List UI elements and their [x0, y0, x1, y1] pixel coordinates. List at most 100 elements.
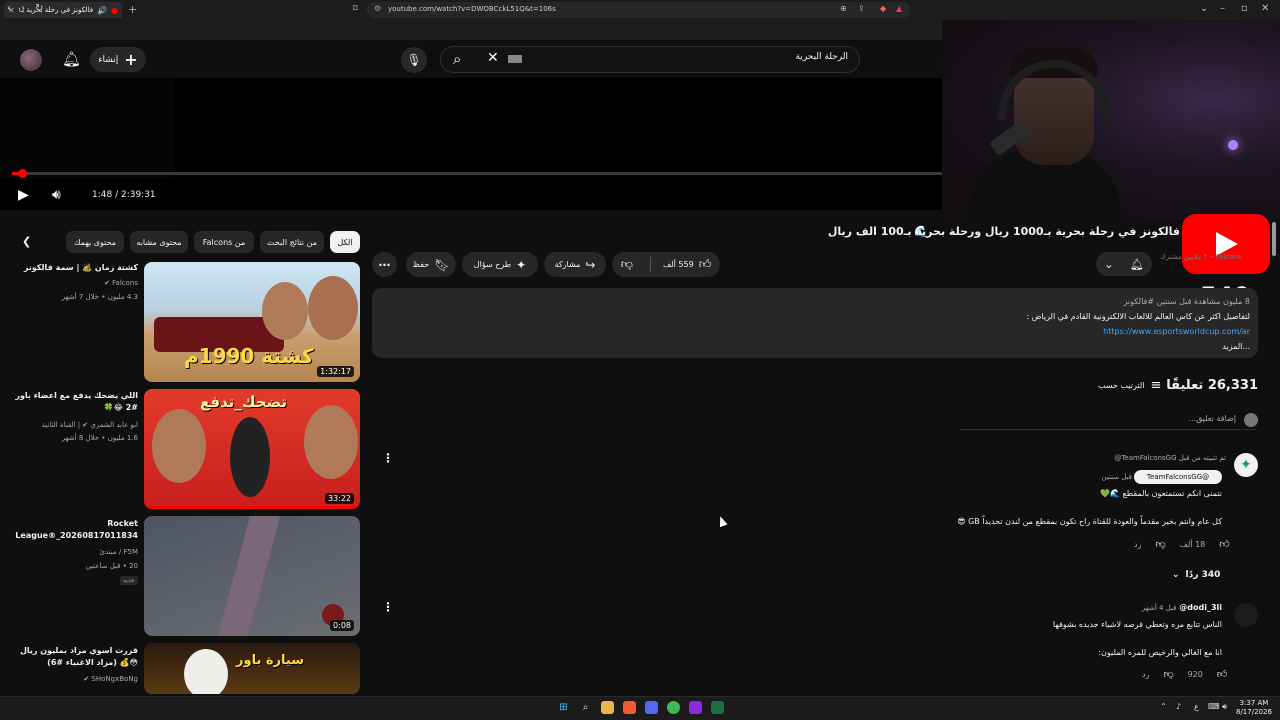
play-icon[interactable]: ▶: [18, 187, 29, 203]
share-page-icon[interactable]: ⇪: [858, 4, 865, 13]
brave-rewards-icon[interactable]: ▲: [896, 4, 902, 13]
progress-scrubber[interactable]: [18, 169, 27, 178]
rgb-light: [1228, 140, 1238, 150]
description-more[interactable]: ...المزيد: [380, 339, 1250, 354]
discord-icon[interactable]: [645, 701, 658, 714]
description-box[interactable]: 8 مليون مشاهدة قبل سنتين #فالكونز لتفاصي…: [372, 288, 1258, 358]
related-channel[interactable]: Falcons ✔: [10, 277, 138, 289]
related-title[interactable]: قررت اسوي مزاد بمليون ريال 😳💰 (مزاد الاغ…: [10, 645, 138, 669]
chip-related[interactable]: محتوى مشابه: [130, 231, 188, 253]
related-channel[interactable]: SHoNgxBoNg ✔: [10, 673, 138, 685]
start-icon[interactable]: ⊞: [557, 701, 570, 714]
related-title[interactable]: اللي يضحك يدفع مع اعضاء باور #2 😂🍀: [10, 390, 138, 414]
bookmark-page-icon[interactable]: ⌑: [353, 4, 358, 14]
address-bar[interactable]: youtube.com/watch?v=DWOBCckL51Q&t=106s: [366, 2, 911, 18]
like-button[interactable]: 👍︎ 559 ألف 👎︎: [612, 252, 720, 277]
chip-from-falcons[interactable]: من Falcons: [194, 231, 254, 253]
comment-more-icon[interactable]: ⋮: [382, 600, 394, 614]
comment-time[interactable]: قبل 4 أشهر: [1142, 604, 1177, 612]
like-icon[interactable]: 👍︎: [1217, 668, 1227, 680]
related-title[interactable]: كشتة زمان 🏕️ | سمة فالكونز: [10, 262, 138, 274]
volume-icon[interactable]: 🔊︎: [52, 187, 61, 203]
progress-bar[interactable]: [12, 172, 942, 175]
network-icon[interactable]: ⌨: [1208, 702, 1220, 711]
comment-author[interactable]: dodi_3li@ قبل 4 أشهر: [1118, 603, 1222, 612]
tray-app-icon[interactable]: ♪: [1176, 702, 1181, 711]
related-thumbnail[interactable]: سيارة باور: [144, 643, 360, 694]
related-channel[interactable]: ابو عابد الشمري ✔ | القناة الثانية: [10, 419, 138, 431]
like-icon[interactable]: 👍︎: [1219, 538, 1229, 550]
related-thumbnail[interactable]: 0:08: [144, 516, 360, 636]
related-title[interactable]: Rocket League®_20260817011834: [10, 518, 138, 542]
team-falcons-avatar[interactable]: ✦: [1234, 453, 1258, 477]
reply-button[interactable]: رد: [1134, 540, 1141, 549]
language-indicator[interactable]: ع: [1194, 702, 1199, 711]
channel-info[interactable]: Falcons ‏• ٣ ملايين مشترك: [1160, 253, 1242, 261]
keyboard-icon[interactable]: [508, 55, 522, 63]
audio-playing-icon[interactable]: 🔊: [97, 6, 107, 15]
save-button[interactable]: 🔖︎ حفظ: [406, 252, 456, 277]
comment-author-name[interactable]: dodi_3li@: [1179, 603, 1222, 612]
volume-tray-icon[interactable]: 🔊︎: [1222, 702, 1227, 712]
dislike-icon[interactable]: 👎︎: [1163, 668, 1173, 680]
reply-button[interactable]: رد: [1142, 670, 1149, 679]
tab-list-icon[interactable]: ⌄: [1200, 3, 1208, 14]
tray-chevron-icon[interactable]: ⌃: [1160, 702, 1167, 711]
windows-taskbar: [0, 696, 1280, 720]
site-info-icon[interactable]: ⚙: [374, 4, 381, 13]
chevron-down-icon: ⌄: [1172, 570, 1180, 580]
minimize-icon[interactable]: –: [1220, 3, 1225, 14]
app-icon[interactable]: [711, 701, 724, 714]
comment-more-icon[interactable]: ⋮: [382, 451, 394, 465]
brave-shield-icon[interactable]: ◆: [880, 4, 886, 13]
close-window-icon[interactable]: ✕: [1261, 3, 1269, 14]
reload-icon[interactable]: ↻: [35, 3, 43, 14]
zoom-icon[interactable]: ⊕: [840, 4, 847, 13]
taskbar-clock[interactable]: 3:37 AM 8/17/2026: [1236, 699, 1272, 717]
chevron-left-icon[interactable]: ❮: [22, 235, 31, 248]
comment-time[interactable]: قبل سنتين: [1100, 473, 1132, 481]
video-title: فالكونز في رحلة بحرية بـ1000 ريال ورحلة …: [827, 225, 1180, 238]
comment-author-badge[interactable]: TeamFalconsGG@: [1134, 470, 1222, 484]
new-tab-icon[interactable]: +: [128, 3, 137, 16]
add-comment-input[interactable]: إضافة تعليق...: [1120, 414, 1236, 423]
description-link[interactable]: https://www.esportsworldcup.com/ar: [1103, 327, 1250, 336]
new-badge: جديد: [120, 576, 138, 585]
search-icon[interactable]: ⌕: [453, 50, 461, 68]
related-thumbnail[interactable]: كشتة 1990م 1:32:17: [144, 262, 360, 382]
chip-for-you[interactable]: محتوى يهمك: [66, 231, 124, 253]
back-icon[interactable]: ‹: [7, 3, 11, 14]
file-explorer-icon[interactable]: [601, 701, 614, 714]
sort-button[interactable]: ≡ الترتيب حسب: [1098, 378, 1161, 393]
view-replies-button[interactable]: 340 ردًا ⌄: [1172, 570, 1220, 580]
brave-browser-icon[interactable]: [623, 701, 636, 714]
dislike-icon[interactable]: 👎︎: [1155, 538, 1165, 550]
related-thumbnail[interactable]: تضحك_تدفع 33:22: [144, 389, 360, 509]
share-button[interactable]: ↪ مشاركة: [544, 252, 606, 277]
dislike-icon[interactable]: 👎︎: [621, 257, 633, 272]
search-query[interactable]: الرحلة البحرية: [560, 52, 848, 62]
bell-icon[interactable]: 🔔︎: [62, 50, 81, 68]
forward-icon[interactable]: ›: [21, 3, 25, 14]
page-scrollbar[interactable]: [1272, 222, 1276, 256]
subscribed-button[interactable]: ⌄ 🔔︎: [1096, 252, 1152, 276]
notification-bell-icon: 🔔︎: [1129, 257, 1144, 271]
more-icon[interactable]: ⋯: [372, 252, 397, 277]
ask-button[interactable]: ✦ طرح سؤال: [462, 252, 538, 277]
maximize-icon[interactable]: ▫: [1241, 3, 1248, 14]
share-icon: ↪: [585, 257, 596, 272]
thumbnail-text: كشتة 1990م: [184, 344, 314, 368]
comment-avatar[interactable]: [1234, 603, 1258, 627]
clear-search-icon[interactable]: ✕: [487, 50, 499, 66]
bookmark-icon: 🔖︎: [434, 257, 450, 272]
chip-all[interactable]: الكل: [330, 231, 360, 253]
chip-from-search[interactable]: من نتائج البحث: [260, 231, 324, 253]
related-channel[interactable]: F5M / مبتدئ: [10, 546, 138, 558]
thumbnail-track: [217, 516, 281, 636]
search-icon[interactable]: ⌕: [579, 701, 592, 714]
account-avatar[interactable]: [20, 49, 42, 71]
mic-icon[interactable]: 🎙︎: [401, 47, 427, 73]
app-icon[interactable]: [667, 701, 680, 714]
premiere-icon[interactable]: [689, 701, 702, 714]
create-button[interactable]: إنشاء +: [90, 47, 146, 72]
